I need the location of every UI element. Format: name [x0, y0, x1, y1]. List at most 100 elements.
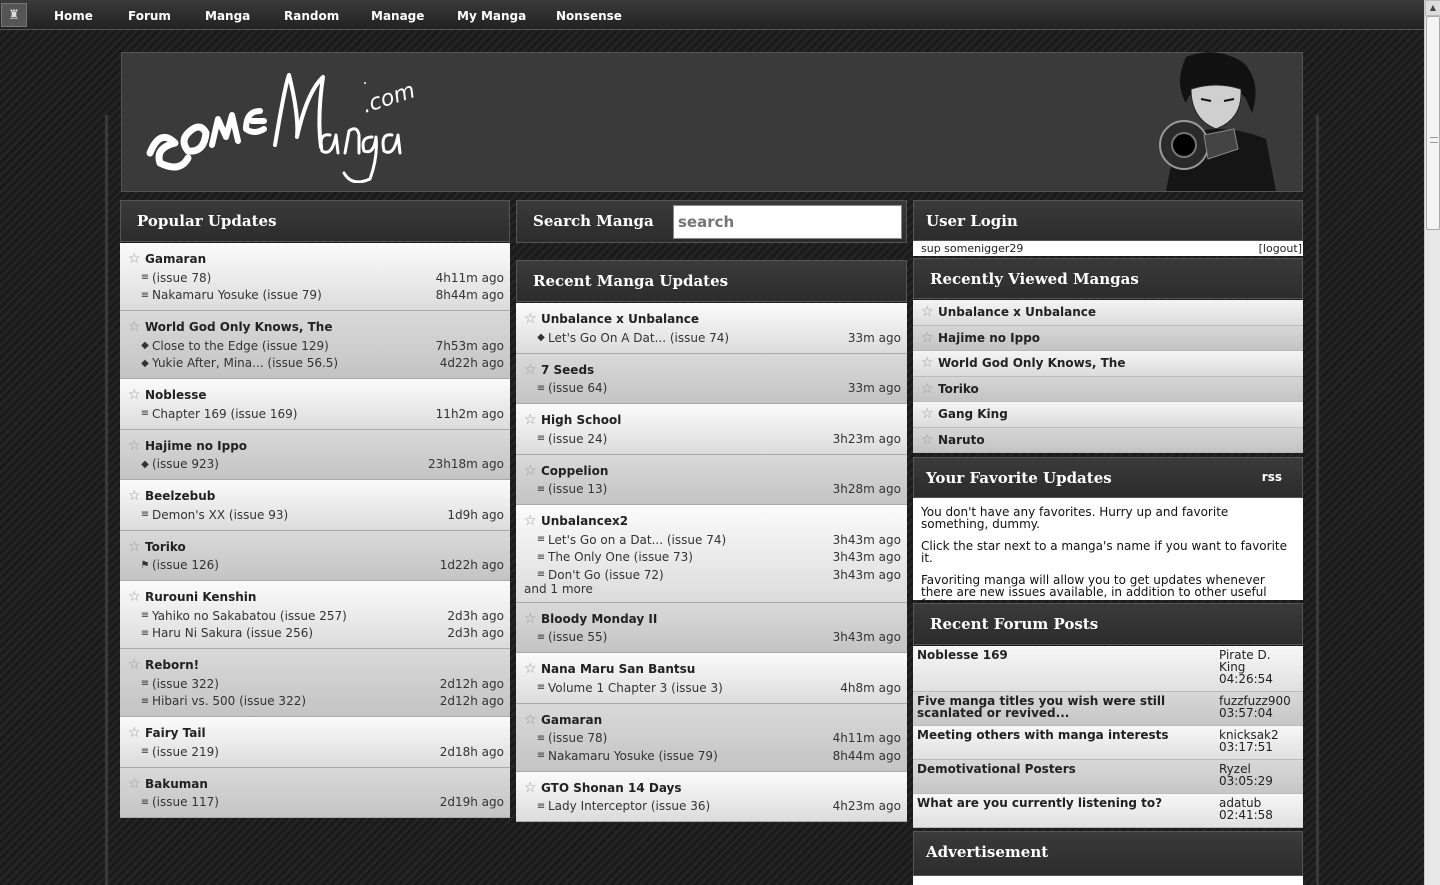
manga-title-link[interactable]: Toriko — [145, 540, 186, 554]
manga-title-link[interactable]: Bakuman — [145, 777, 208, 791]
manga-title-link[interactable]: Bloody Monday II — [541, 612, 657, 626]
logout-link[interactable]: [logout] — [1259, 242, 1302, 255]
update-time: 7h53m ago — [435, 338, 504, 353]
popular-updates-header: Popular Updates — [120, 200, 510, 242]
manga-title-link[interactable]: Beelzebub — [145, 489, 215, 503]
favorite-star-icon[interactable]: ☆ — [921, 355, 935, 371]
forum-posts-header: Recent Forum Posts — [913, 603, 1303, 645]
forum-post-author[interactable]: Pirate D. King — [1219, 649, 1279, 673]
forum-post-row: Meeting others with manga interests knick… — [913, 726, 1303, 760]
manga-title-link[interactable]: High School — [541, 413, 621, 427]
recently-viewed-item: ☆ Hajime no Ippo — [913, 325, 1303, 351]
favorite-star-icon[interactable]: ☆ — [128, 725, 142, 741]
favorite-star-icon[interactable]: ☆ — [524, 513, 538, 529]
favorite-star-icon[interactable]: ☆ — [128, 251, 142, 267]
favorite-star-icon[interactable]: ☆ — [524, 311, 538, 327]
favorite-star-icon[interactable]: ☆ — [128, 657, 142, 673]
manga-title-link[interactable]: Rurouni Kenshin — [145, 590, 256, 604]
book-icon: ≡ — [536, 631, 546, 643]
favorite-star-icon[interactable]: ☆ — [524, 611, 538, 627]
search-input[interactable] — [673, 205, 902, 239]
forum-post-title[interactable]: Meeting others with manga interests — [917, 729, 1207, 741]
site-icon[interactable]: ♜ — [1, 3, 27, 27]
manga-title-link[interactable]: Gamaran — [145, 252, 206, 266]
popular-entry: ☆ Reborn! ≡ (issue 322) 2d12h ago ≡ Hibari vs.… — [120, 649, 510, 717]
manga-title-link[interactable]: Reborn! — [145, 658, 199, 672]
nav-home[interactable]: Home — [54, 9, 93, 23]
update-time: 2d3h ago — [447, 626, 504, 641]
favorite-star-icon[interactable]: ☆ — [128, 589, 142, 605]
recently-viewed-link[interactable]: Naruto — [938, 433, 985, 447]
nav-manga[interactable]: Manga — [205, 9, 250, 23]
update-time: 2d18h ago — [439, 744, 504, 759]
forum-post-title[interactable]: Demotivational Posters — [917, 763, 1207, 775]
recently-viewed-item: ☆ Gang King — [913, 402, 1303, 428]
forum-post-meta: fuzzfuzz900 03:57:04 — [1219, 695, 1291, 719]
favorite-star-icon[interactable]: ☆ — [128, 539, 142, 555]
favorite-star-icon[interactable]: ☆ — [128, 319, 142, 335]
favorite-star-icon[interactable]: ☆ — [921, 381, 935, 397]
favorite-star-icon[interactable]: ☆ — [524, 362, 538, 378]
manga-title-row: ☆ Reborn! — [128, 655, 504, 675]
favorite-star-icon[interactable]: ☆ — [921, 432, 935, 448]
manga-title-row: ☆ High School — [524, 410, 901, 430]
issue-line: ≡ (issue 64) 33m ago — [524, 380, 901, 398]
nav-forum[interactable]: Forum — [128, 9, 171, 23]
manga-title-link[interactable]: 7 Seeds — [541, 363, 594, 377]
manga-title-link[interactable]: Unbalancex2 — [541, 514, 628, 528]
page-scrollbar[interactable]: ▲ — [1424, 0, 1440, 885]
favorite-star-icon[interactable]: ☆ — [921, 330, 935, 346]
recently-viewed-link[interactable]: Hajime no Ippo — [938, 331, 1040, 345]
manga-title-link[interactable]: Gamaran — [541, 713, 602, 727]
issue-line: ≡ (issue 55) 3h43m ago — [524, 629, 901, 647]
recently-viewed-link[interactable]: World God Only Knows, The — [938, 356, 1126, 370]
manga-title-link[interactable]: Hajime no Ippo — [145, 439, 247, 453]
favorite-star-icon[interactable]: ☆ — [921, 304, 935, 320]
nav-random[interactable]: Random — [284, 9, 339, 23]
popular-entry: ☆ Gamaran ≡ (issue 78) 4h11m ago ≡ Nakamaru Yo… — [120, 243, 510, 311]
scroll-up-icon[interactable]: ▲ — [1425, 0, 1440, 16]
manga-title-link[interactable]: GTO Shonan 14 Days — [541, 781, 682, 795]
update-time: 3h28m ago — [832, 482, 901, 497]
forum-post-title[interactable]: Five manga titles you wish were still sc… — [917, 695, 1207, 719]
book-icon: ≡ — [536, 534, 546, 546]
nav-my-manga[interactable]: My Manga — [457, 9, 526, 23]
manga-title-link[interactable]: World God Only Knows, The — [145, 320, 333, 334]
favorite-star-icon[interactable]: ☆ — [128, 438, 142, 454]
rss-link[interactable]: rss — [1262, 470, 1282, 484]
manga-title-row: ☆ Unbalance x Unbalance — [524, 309, 901, 329]
forum-post-meta: Ryzel 03:05:29 — [1219, 763, 1273, 787]
favorite-star-icon[interactable]: ☆ — [524, 463, 538, 479]
favorite-star-icon[interactable]: ☆ — [524, 712, 538, 728]
favorite-star-icon[interactable]: ☆ — [128, 776, 142, 792]
scroll-thumb[interactable] — [1426, 16, 1440, 230]
recently-viewed-link[interactable]: Toriko — [938, 382, 979, 396]
manga-title-link[interactable]: Noblesse — [145, 388, 207, 402]
favorite-star-icon[interactable]: ☆ — [128, 488, 142, 504]
more-link[interactable]: and 1 more — [524, 582, 901, 596]
favorite-star-icon[interactable]: ☆ — [524, 661, 538, 677]
favorite-star-icon[interactable]: ☆ — [524, 780, 538, 796]
site-logo[interactable]: .com — [140, 63, 430, 183]
favorite-star-icon[interactable]: ☆ — [128, 387, 142, 403]
manga-title-link[interactable]: Coppelion — [541, 464, 608, 478]
manga-title-link[interactable]: Fairy Tail — [145, 726, 206, 740]
favorite-star-icon[interactable]: ☆ — [524, 412, 538, 428]
nav-nonsense[interactable]: Nonsense — [556, 9, 622, 23]
forum-post-title[interactable]: What are you currently listening to? — [917, 797, 1207, 809]
manga-title-link[interactable]: Unbalance x Unbalance — [541, 312, 699, 326]
forum-post-time: 03:17:51 — [1219, 740, 1273, 754]
recently-viewed-link[interactable]: Unbalance x Unbalance — [938, 305, 1096, 319]
recently-viewed-link[interactable]: Gang King — [938, 407, 1008, 421]
forum-post-title[interactable]: Noblesse 169 — [917, 649, 1207, 661]
forum-post-time: 03:05:29 — [1219, 774, 1273, 788]
favorite-star-icon[interactable]: ☆ — [921, 406, 935, 422]
book-icon: ≡ — [536, 433, 546, 445]
recent-entry: ☆ Nana Maru San Bantsu ≡ Volume 1 Chapter 3… — [516, 653, 907, 704]
diamond-icon: ◆ — [141, 340, 149, 352]
issue-line: ≡ (issue 117) 2d19h ago — [128, 794, 504, 812]
login-greeting: sup somenigger29 — [921, 242, 1024, 255]
manga-title-link[interactable]: Nana Maru San Bantsu — [541, 662, 695, 676]
book-icon: ≡ — [536, 682, 546, 694]
nav-manage[interactable]: Manage — [371, 9, 424, 23]
